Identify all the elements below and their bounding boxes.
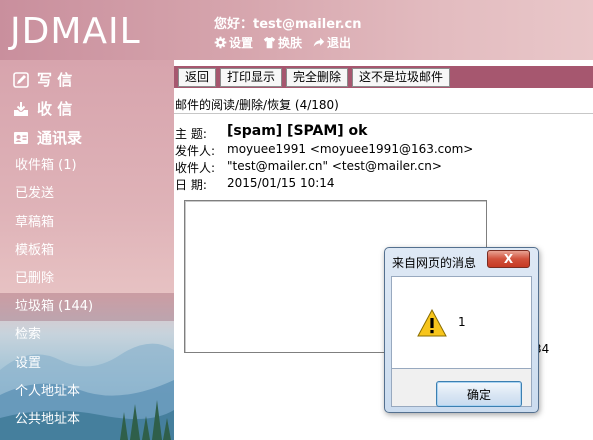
date-value: 2015/01/15 10:14 [227, 176, 335, 190]
receive-label: 收 信 [37, 100, 73, 118]
skin-link[interactable]: 换肤 [263, 34, 302, 51]
sidebar-item-public-addressbook[interactable]: 公共地址本 [0, 406, 174, 434]
top-header: JDMAIL 您好：test@mailer.cn 设置 换肤 退出 [0, 0, 593, 60]
shirt-icon [263, 36, 276, 49]
date-row: 日 期: 2015/01/15 10:14 [175, 176, 335, 193]
from-label: 发件人: [175, 144, 216, 158]
folder-spam[interactable]: 垃圾箱 (144) [0, 293, 174, 321]
page-subtitle: 邮件的阅读/删除/恢复 (4/180) [175, 98, 339, 112]
header-links: 设置 换肤 退出 [214, 34, 351, 51]
back-button[interactable]: 返回 [178, 68, 217, 87]
gear-icon [214, 36, 227, 49]
dialog-title: 来自网页的消息 [392, 256, 477, 270]
sidebar-item-personal-addressbook[interactable]: 个人地址本 [0, 378, 174, 406]
inbox-icon [14, 101, 28, 116]
settings-link-label: 设置 [229, 36, 254, 50]
warning-icon [417, 309, 447, 337]
to-row: 收件人: "test@mailer.cn" <test@mailer.cn> [175, 159, 442, 176]
sidebar-item-settings[interactable]: 设置 [0, 350, 174, 378]
folder-deleted[interactable]: 已删除 [0, 265, 174, 293]
from-row: 发件人: moyuee1991 <moyuee1991@163.com> [175, 142, 473, 159]
folder-inbox[interactable]: 收件箱 (1) [0, 152, 174, 180]
to-value: "test@mailer.cn" <test@mailer.cn> [227, 159, 442, 173]
dialog-footer: 确定 [391, 369, 532, 407]
from-value: moyuee1991 <moyuee1991@163.com> [227, 142, 474, 156]
ok-button[interactable]: 确定 [436, 381, 522, 407]
compose-button[interactable]: 写 信 [13, 69, 72, 90]
not-spam-button[interactable]: 这不是垃圾邮件 [352, 68, 451, 87]
app-logo: JDMAIL [10, 11, 141, 52]
pencil-icon [13, 71, 29, 88]
dialog-body: 1 [391, 276, 532, 369]
sidebar: 写 信 收 信 通讯录 收件箱 (1) 已发送 草稿箱 模板箱 已删除 垃圾箱 … [0, 60, 174, 440]
receive-button[interactable]: 收 信 [13, 98, 72, 119]
alert-dialog: 来自网页的消息 X 1 确定 [384, 247, 539, 413]
folder-sent[interactable]: 已发送 [0, 180, 174, 208]
settings-link[interactable]: 设置 [214, 34, 253, 51]
print-button[interactable]: 打印显示 [220, 68, 283, 87]
logout-link-label: 退出 [327, 36, 352, 50]
skin-link-label: 换肤 [278, 36, 303, 50]
subject-value: [spam] [SPAM] ok [227, 123, 368, 139]
subject-row: 主 题: [spam] [SPAM] ok [175, 123, 368, 142]
user-greeting: 您好：test@mailer.cn [214, 17, 362, 32]
dialog-close-button[interactable]: X [487, 250, 530, 268]
to-label: 收件人: [175, 161, 216, 175]
folder-drafts[interactable]: 草稿箱 [0, 209, 174, 237]
contacts-icon [14, 131, 28, 144]
contacts-button[interactable]: 通讯录 [13, 127, 82, 148]
compose-label: 写 信 [37, 71, 73, 89]
divider [174, 113, 593, 114]
subject-label: 主 题: [175, 127, 207, 141]
delete-permanently-button[interactable]: 完全删除 [286, 68, 349, 87]
dialog-message: 1 [458, 315, 466, 329]
date-label: 日 期: [175, 178, 207, 192]
logout-link[interactable]: 退出 [312, 34, 351, 51]
sidebar-item-search[interactable]: 检索 [0, 321, 174, 349]
close-icon: X [503, 252, 514, 266]
folder-templates[interactable]: 模板箱 [0, 237, 174, 265]
contacts-label: 通讯录 [37, 129, 83, 147]
logout-arrow-icon [313, 37, 325, 47]
